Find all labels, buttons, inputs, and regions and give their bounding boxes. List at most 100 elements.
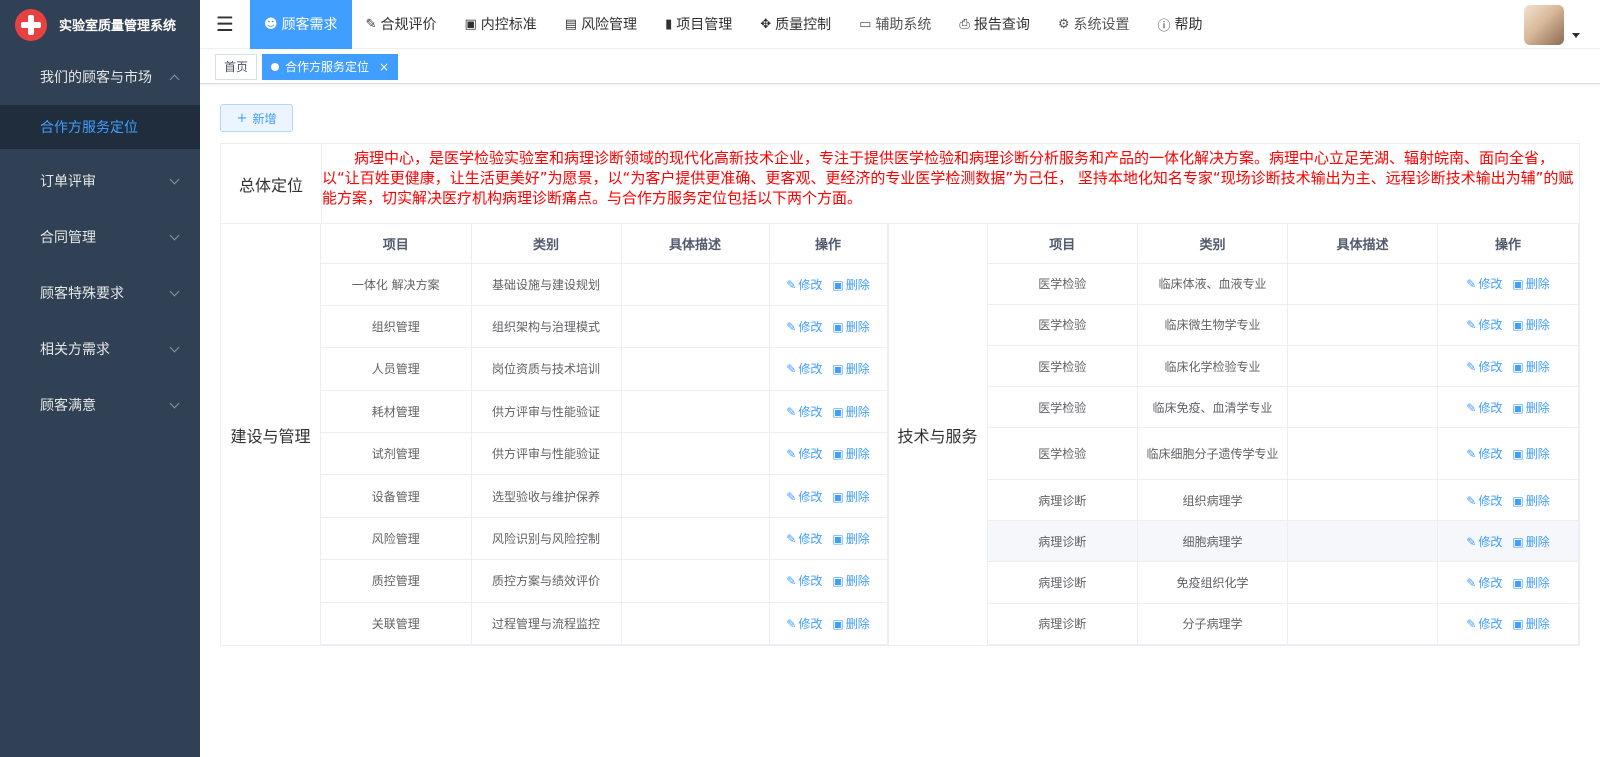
- delete-button[interactable]: ▣ 删除: [1512, 617, 1549, 631]
- edit-button[interactable]: ✎ 修改: [1466, 617, 1502, 631]
- nav-auxiliary[interactable]: ▭ 辅助系统: [845, 0, 945, 49]
- edit-icon: ✎: [1466, 617, 1477, 632]
- nav-label: 帮助: [1174, 17, 1203, 33]
- edit-button[interactable]: ✎ 修改: [1466, 277, 1502, 291]
- cell-item: 人员管理: [321, 347, 472, 391]
- main-content: + 新增 总体定位 病理中心，是医学检验实验室和病理诊断领域的现代化高新技术企业…: [220, 104, 1580, 646]
- sidebar-item-contract[interactable]: 合同管理: [0, 209, 200, 265]
- close-icon[interactable]: ×: [379, 60, 389, 74]
- nav-help[interactable]: ⓘ 帮助: [1143, 0, 1216, 49]
- app-title: 实验室质量管理系统: [59, 19, 177, 34]
- delete-button[interactable]: ▣ 删除: [1512, 277, 1549, 291]
- edit-label: 修改: [798, 362, 823, 377]
- tag-home[interactable]: 首页: [215, 53, 258, 80]
- table-row: 试剂管理 供方评审与性能验证 ✎ 修改 ▣ 删除: [321, 432, 888, 476]
- edit-label: 修改: [1478, 534, 1503, 549]
- trash-icon: ▣: [1512, 576, 1524, 591]
- delete-button[interactable]: ▣ 删除: [1512, 447, 1549, 461]
- edit-label: 修改: [798, 574, 823, 589]
- col-header-item: 项目: [321, 224, 472, 264]
- edit-button[interactable]: ✎ 修改: [1466, 494, 1502, 508]
- edit-button[interactable]: ✎ 修改: [786, 362, 822, 376]
- delete-button[interactable]: ▣ 删除: [1512, 318, 1549, 332]
- sidebar-item-special-requirements[interactable]: 顾客特殊要求: [0, 265, 200, 321]
- edit-button[interactable]: ✎ 修改: [1466, 318, 1502, 332]
- delete-button[interactable]: ▣ 删除: [1512, 535, 1549, 549]
- left-section-table: 项目 类别 具体描述 操作 一体化 解决方案 基础设施与建设规划 ✎ 修改 ▣ 删除 组织管…: [321, 224, 888, 645]
- nav-quality-control[interactable]: ✥ 质量控制: [746, 0, 845, 49]
- user-menu[interactable]: [1524, 5, 1580, 45]
- nav-projects[interactable]: ▮ 项目管理: [651, 0, 746, 49]
- delete-button[interactable]: ▣ 删除: [832, 490, 869, 504]
- caret-down-icon[interactable]: [1572, 32, 1580, 38]
- cell-item: 医学检验: [987, 304, 1138, 346]
- edit-icon: ✎: [786, 320, 797, 335]
- chevron-down-icon: [169, 174, 180, 184]
- edit-button[interactable]: ✎ 修改: [1466, 576, 1502, 590]
- avatar[interactable]: [1524, 5, 1564, 45]
- delete-button[interactable]: ▣ 删除: [832, 362, 869, 376]
- cell-op: ✎ 修改 ▣ 删除: [769, 474, 888, 518]
- delete-button[interactable]: ▣ 删除: [832, 532, 869, 546]
- table-row: 人员管理 岗位资质与技术培训 ✎ 修改 ▣ 删除: [321, 347, 888, 391]
- edit-button[interactable]: ✎ 修改: [1466, 401, 1502, 415]
- edit-button[interactable]: ✎ 修改: [1466, 360, 1502, 374]
- edit-button[interactable]: ✎ 修改: [786, 320, 822, 334]
- col-header-item: 项目: [987, 224, 1138, 264]
- edit-button[interactable]: ✎ 修改: [1466, 535, 1502, 549]
- edit-label: 修改: [1478, 318, 1503, 333]
- nav-customer-needs[interactable]: ☻ 顾客需求: [250, 0, 352, 49]
- delete-button[interactable]: ▣ 删除: [832, 574, 869, 588]
- delete-button[interactable]: ▣ 删除: [832, 617, 869, 631]
- delete-button[interactable]: ▣ 删除: [1512, 360, 1549, 374]
- tag-current[interactable]: 合作方服务定位 ×: [262, 53, 399, 80]
- edit-button[interactable]: ✎ 修改: [786, 617, 822, 631]
- sidebar-item-order-review[interactable]: 订单评审: [0, 153, 200, 209]
- delete-button[interactable]: ▣ 删除: [832, 278, 869, 292]
- delete-button[interactable]: ▣ 删除: [832, 447, 869, 461]
- delete-button[interactable]: ▣ 删除: [1512, 494, 1549, 508]
- cell-op: ✎ 修改 ▣ 删除: [1437, 345, 1579, 388]
- monitor-chart-icon: ▤: [564, 16, 578, 32]
- delete-button[interactable]: ▣ 删除: [832, 405, 869, 419]
- delete-label: 删除: [845, 574, 870, 589]
- cell-category: 组织架构与治理模式: [471, 305, 622, 349]
- nav-label: 合规评价: [380, 17, 437, 33]
- trash-icon: ▣: [832, 447, 844, 462]
- sidebar-item-stakeholder-needs[interactable]: 相关方需求: [0, 321, 200, 377]
- table-row: 医学检验 临床微生物学专业 ✎ 修改 ▣ 删除: [987, 304, 1579, 346]
- edit-button[interactable]: ✎ 修改: [786, 405, 822, 419]
- delete-label: 删除: [845, 447, 870, 462]
- delete-button[interactable]: ▣ 删除: [1512, 401, 1549, 415]
- cell-desc: [621, 602, 770, 645]
- sidebar-subitem-partner-positioning[interactable]: 合作方服务定位: [0, 105, 200, 149]
- nav-internal-standards[interactable]: ▣ 内控标准: [450, 0, 550, 49]
- menu-toggle-icon[interactable]: ☰: [200, 0, 250, 49]
- delete-button[interactable]: ▣ 删除: [832, 320, 869, 334]
- sidebar-item-satisfaction[interactable]: 顾客满意: [0, 377, 200, 433]
- delete-label: 删除: [845, 320, 870, 335]
- nav-label: 内控标准: [480, 17, 537, 33]
- delete-button[interactable]: ▣ 删除: [1512, 576, 1549, 590]
- cell-desc: [1287, 304, 1438, 346]
- nav-compliance[interactable]: ✎ 合规评价: [352, 0, 451, 49]
- sidebar-item-customers-market[interactable]: 我们的顾客与市场: [0, 49, 200, 105]
- trash-icon: ▣: [832, 616, 844, 631]
- add-button[interactable]: + 新增: [220, 104, 293, 132]
- chevron-down-icon: [169, 342, 180, 352]
- nav-settings[interactable]: ⚙ 系统设置: [1044, 0, 1144, 49]
- edit-button[interactable]: ✎ 修改: [786, 447, 822, 461]
- nav-reports[interactable]: ⎙ 报告查询: [945, 0, 1043, 49]
- edit-button[interactable]: ✎ 修改: [786, 490, 822, 504]
- tag-label: 首页: [224, 60, 249, 74]
- trash-icon: ▣: [832, 362, 844, 377]
- edit-label: 修改: [1478, 359, 1503, 374]
- edit-button[interactable]: ✎ 修改: [786, 532, 822, 546]
- bar-chart-icon: ▮: [665, 16, 673, 32]
- edit-button[interactable]: ✎ 修改: [786, 278, 822, 292]
- cell-op: ✎ 修改 ▣ 删除: [769, 559, 888, 603]
- nav-risk[interactable]: ▤ 风险管理: [551, 0, 651, 49]
- edit-button[interactable]: ✎ 修改: [786, 574, 822, 588]
- edit-icon: ✎: [786, 404, 797, 419]
- edit-button[interactable]: ✎ 修改: [1466, 447, 1502, 461]
